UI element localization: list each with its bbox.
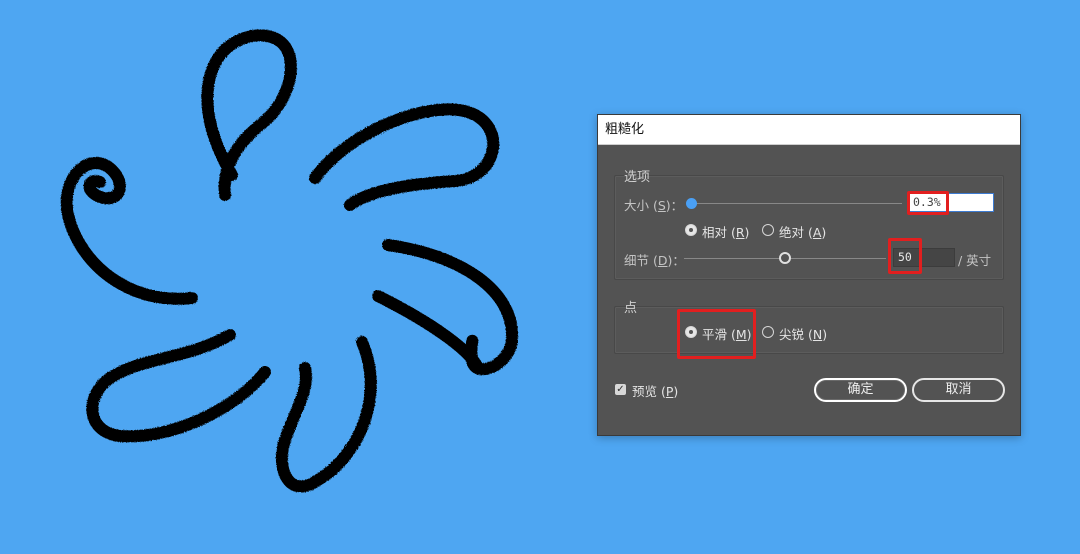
flower-petal-right-inner	[372, 290, 484, 374]
cancel-button[interactable]: 取消	[912, 378, 1005, 402]
size-label: 大小 (S)：	[624, 198, 684, 213]
corner-radio-label[interactable]: 尖锐 (N)	[779, 324, 827, 343]
detail-unit: / 英寸	[958, 253, 992, 268]
preview-label[interactable]: 预览 (P)	[632, 381, 678, 400]
relative-radio[interactable]	[685, 224, 697, 236]
relative-radio-label[interactable]: 相对 (R)	[702, 222, 749, 241]
ok-button[interactable]: 确定	[814, 378, 907, 402]
dialog-title: 粗糙化	[598, 115, 1020, 145]
absolute-radio-label[interactable]: 绝对 (A)	[779, 222, 826, 241]
flower-petal-bottom	[275, 336, 377, 493]
flower-petal-left	[60, 157, 198, 305]
flower-petal-upper-right	[309, 103, 500, 211]
size-value-highlight	[907, 191, 949, 215]
size-slider-track[interactable]	[690, 203, 902, 204]
detail-value-highlight	[888, 238, 922, 274]
roughen-dialog: 粗糙化 选项 大小 (S)： 0.3% 相对 (R) 绝对 (A) 细节 (D)…	[597, 114, 1021, 436]
size-slider-thumb[interactable]	[685, 198, 697, 209]
absolute-radio[interactable]	[762, 224, 774, 236]
detail-label: 细节 (D)：	[624, 253, 685, 268]
preview-checkbox[interactable]: ✓	[615, 384, 626, 395]
detail-slider-thumb[interactable]	[779, 252, 791, 264]
flower-petal-lower-left	[86, 329, 271, 443]
options-group-title: 选项	[624, 170, 651, 185]
flower-petal-top	[201, 29, 297, 201]
smooth-option-highlight	[677, 309, 756, 359]
points-group-title: 点	[624, 301, 638, 316]
corner-radio[interactable]	[762, 326, 774, 338]
